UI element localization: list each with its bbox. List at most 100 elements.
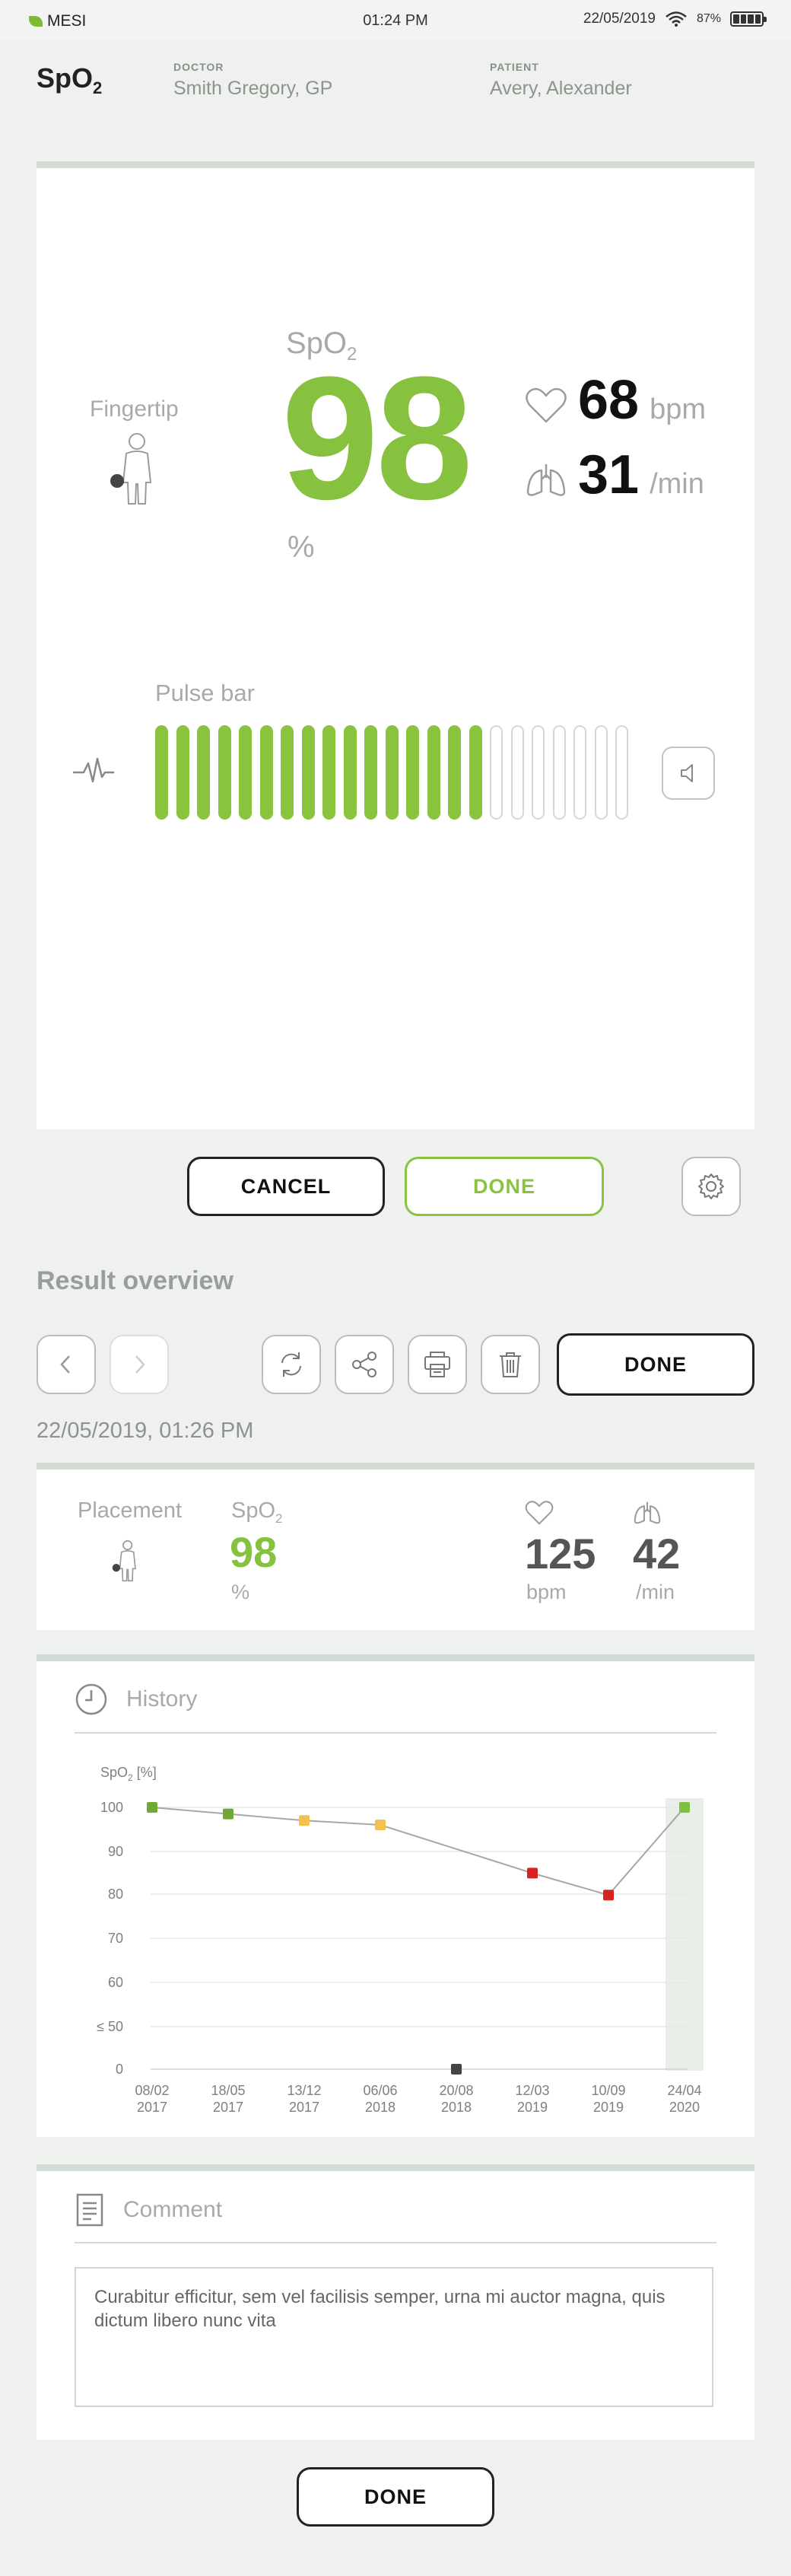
history-chart: SpO2 [%] 100 90 80 70 60 ≤ 50 0 08/02 2017 18/05 20…: [97, 1765, 704, 2115]
sync-icon: [281, 1352, 301, 1377]
y-tick-label: 0: [116, 2062, 123, 2077]
share-icon: [352, 1352, 376, 1377]
person-placement-icon: [110, 433, 152, 505]
resp-value: 42: [633, 1530, 681, 1578]
result-timestamp: 22/05/2019, 01:26 PM: [37, 1419, 254, 1443]
y-tick-label: 60: [108, 1975, 123, 1990]
resp-unit: /min: [650, 468, 704, 500]
pulse-bar-segment: [385, 725, 399, 820]
pulse-bar-segment: [281, 725, 294, 820]
x-tick-label: 2018: [441, 2100, 472, 2115]
trash-icon: [500, 1352, 521, 1377]
y-tick-label: 100: [100, 1800, 123, 1815]
pulse-bar-segment: [594, 725, 608, 820]
pulse-bar-segment: [510, 725, 524, 820]
x-tick-label: 24/04: [667, 2083, 701, 2098]
doctor-name: Smith Gregory, GP: [173, 78, 333, 99]
x-tick-label: 10/09: [591, 2083, 625, 2098]
doctor-info: DOCTOR Smith Gregory, GP: [173, 61, 332, 100]
pulse-bar-segment: [615, 725, 628, 820]
delete-button[interactable]: [481, 1335, 540, 1394]
done-button[interactable]: DONE: [405, 1157, 604, 1216]
print-button[interactable]: [408, 1335, 467, 1394]
data-point: [527, 1868, 538, 1879]
patient-name: Avery, Alexander: [490, 78, 632, 99]
y-tick-label: 80: [108, 1887, 123, 1902]
pulse-bar-segment: [301, 725, 315, 820]
result-overview-title: Result overview: [37, 1266, 233, 1295]
result-done-button[interactable]: DONE: [557, 1333, 754, 1396]
x-tick-label: 13/12: [287, 2083, 321, 2098]
data-point: [147, 1802, 157, 1813]
cancel-button[interactable]: CANCEL: [187, 1157, 385, 1216]
sync-button[interactable]: [262, 1335, 321, 1394]
heart-icon: [526, 387, 567, 423]
placement-label: Fingertip: [90, 396, 179, 422]
pulse-bar-segment: [573, 725, 586, 820]
pulse-unit: bpm: [650, 393, 707, 425]
respiration-rate: 31 /min: [525, 444, 704, 506]
share-button[interactable]: [335, 1335, 394, 1394]
pulse-bar-segment: [155, 725, 168, 820]
pulse-bar-segment: [197, 725, 210, 820]
measurement-card: Fingertip SpO2 98 % 68 bpm 31 /min Pulse…: [37, 161, 754, 1129]
x-tick-label: 2018: [365, 2100, 396, 2115]
settings-button[interactable]: [681, 1157, 741, 1216]
battery-percent: 87%: [696, 12, 721, 25]
person-placement-icon: [112, 1540, 136, 1582]
pulse-bar-segment: [218, 725, 231, 820]
history-card: History SpO2 [%] 100 90 80 70 60 ≤ 50 0 08/02 201…: [37, 1654, 754, 2137]
pulse-bar-segment: [490, 725, 503, 820]
x-tick-label: 06/06: [363, 2083, 397, 2098]
comment-header: Comment: [75, 2192, 222, 2227]
data-point: [299, 1815, 310, 1826]
pulse-bar-segment: [322, 725, 335, 820]
printer-icon: [424, 1352, 450, 1377]
spo2-value: 98: [230, 1528, 278, 1576]
resp-value: 31: [578, 444, 640, 505]
y-tick-label: 90: [108, 1844, 123, 1859]
footer-done-button[interactable]: DONE: [297, 2467, 494, 2527]
pulse-bar-segment: [448, 725, 461, 820]
pulse-bar-segment: [469, 725, 482, 820]
pulse-bar-segment: [343, 725, 357, 820]
status-date: 22/05/2019: [583, 11, 656, 27]
placement-label: Placement: [78, 1498, 183, 1523]
y-tick-label: 70: [108, 1931, 123, 1946]
spo2-label: SpO2: [231, 1498, 283, 1526]
chevron-left-icon: [60, 1355, 70, 1374]
document-icon: [76, 2193, 103, 2227]
resp-unit: /min: [636, 1581, 675, 1603]
data-point: [603, 1890, 614, 1901]
app-header: SpO2 DOCTOR Smith Gregory, GP PATIENT Av…: [0, 41, 791, 123]
y-tick-label: ≤ 50: [97, 2019, 123, 2034]
result-summary-card: Placement SpO2 98 % 125 bpm 42 /min: [37, 1463, 754, 1630]
pulse-bar-segment: [427, 725, 440, 820]
pulse-bar-segment: [406, 725, 419, 820]
patient-info: PATIENT Avery, Alexander: [490, 61, 632, 100]
y-axis-label: SpO2 [%]: [100, 1765, 157, 1783]
x-tick-label: 2020: [669, 2100, 700, 2115]
x-tick-label: 2019: [593, 2100, 624, 2115]
next-button[interactable]: [110, 1335, 169, 1394]
x-tick-label: 2019: [517, 2100, 548, 2115]
x-tick-label: 08/02: [135, 2083, 169, 2098]
pulse-unit: bpm: [526, 1581, 567, 1603]
pulse-bar-label: Pulse bar: [155, 680, 255, 706]
highlight-band: [666, 1798, 704, 2071]
pulse-bar-segment: [364, 725, 377, 820]
pulse-bar-segment: [259, 725, 273, 820]
comment-field[interactable]: Curabitur efficitur, sem vel facilisis s…: [75, 2267, 713, 2407]
pulse-bar-segment: [239, 725, 252, 820]
spo2-unit: %: [231, 1581, 250, 1603]
comment-title: Comment: [123, 2197, 223, 2222]
x-tick-label: 2017: [137, 2100, 167, 2115]
x-tick-label: 2017: [213, 2100, 243, 2115]
status-bar: MESI 01:24 PM 22/05/2019 87%: [0, 0, 791, 41]
page-title: SpO2: [37, 62, 103, 98]
sound-button[interactable]: [662, 747, 715, 800]
previous-button[interactable]: [37, 1335, 96, 1394]
wifi-icon: [666, 11, 687, 27]
spo2-value: 98: [281, 340, 473, 536]
x-tick-label: 18/05: [211, 2083, 245, 2098]
